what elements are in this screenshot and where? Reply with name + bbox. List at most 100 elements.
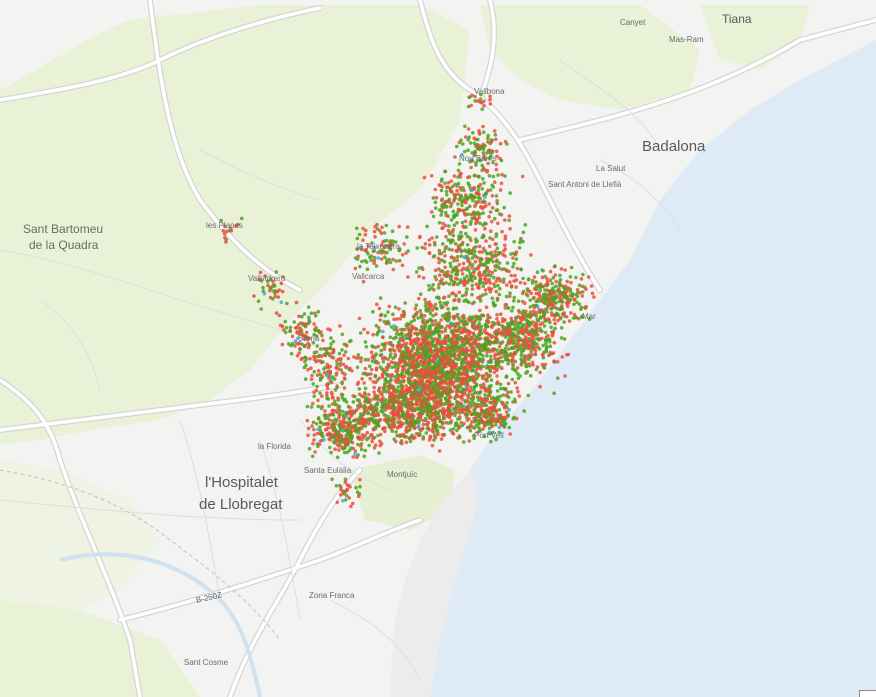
incident-point: [495, 246, 500, 251]
incident-point: [338, 363, 342, 368]
incident-point: [550, 313, 554, 318]
incident-point: [484, 377, 488, 382]
incident-point: [262, 291, 267, 296]
incident-point: [524, 364, 529, 369]
incident-point: [482, 99, 486, 104]
incident-point: [461, 261, 466, 266]
incident-point: [447, 415, 452, 420]
incident-point: [280, 289, 285, 294]
incident-point: [517, 310, 522, 315]
incident-point: [388, 347, 392, 352]
incident-point: [435, 307, 439, 311]
incident-point: [521, 309, 526, 313]
incident-point: [424, 306, 429, 311]
incident-point: [468, 271, 473, 276]
map-view[interactable]: Tiana Canyet Mas-Ram Vallbona Badalona N…: [0, 0, 876, 697]
incident-point: [354, 408, 359, 413]
incident-point: [545, 282, 550, 286]
incident-point: [458, 395, 463, 399]
incident-point: [433, 206, 438, 210]
incident-point: [475, 344, 480, 349]
incident-point: [455, 400, 459, 404]
incident-point: [312, 390, 316, 395]
incident-point: [472, 333, 477, 338]
incident-point: [491, 323, 496, 327]
incident-point: [512, 299, 516, 303]
incident-point: [456, 417, 460, 421]
incident-point: [475, 218, 480, 222]
incident-point: [404, 440, 409, 445]
incident-point: [442, 301, 447, 306]
incident-point: [422, 175, 427, 180]
incident-point: [530, 281, 535, 285]
incident-point: [350, 369, 354, 373]
incident-point: [467, 330, 472, 334]
incident-point: [431, 283, 435, 287]
incident-point: [311, 382, 316, 386]
incident-point: [502, 249, 506, 253]
incident-point: [299, 357, 304, 362]
incident-point: [309, 311, 314, 316]
incident-point: [441, 416, 446, 421]
incident-point: [471, 131, 475, 135]
incident-point: [489, 413, 493, 418]
incident-point: [338, 493, 343, 497]
incident-point: [372, 261, 376, 266]
incident-point: [515, 349, 519, 353]
incident-point: [318, 428, 323, 433]
incident-point: [441, 433, 446, 438]
incident-point: [411, 345, 416, 349]
incident-point: [419, 343, 424, 348]
incident-point: [295, 353, 300, 358]
incident-point: [497, 292, 502, 297]
incident-point: [564, 315, 569, 319]
incident-point: [433, 336, 437, 341]
incident-point: [338, 412, 342, 416]
incident-point: [379, 257, 384, 261]
incident-point: [410, 361, 415, 366]
incident-point: [391, 257, 395, 262]
incident-point: [434, 403, 439, 407]
incident-point: [478, 221, 482, 226]
incident-point: [355, 226, 359, 231]
incident-point: [415, 310, 419, 315]
incident-point: [381, 410, 385, 414]
incident-point: [394, 439, 398, 444]
incident-point: [324, 347, 328, 352]
incident-point: [355, 428, 360, 433]
incident-point: [456, 202, 460, 206]
incident-point: [442, 295, 447, 300]
incident-point: [383, 398, 388, 402]
incident-point: [421, 276, 426, 280]
incident-point: [469, 212, 474, 217]
incident-point: [545, 293, 549, 297]
incident-point: [373, 408, 378, 413]
incident-point: [426, 319, 430, 324]
incident-point: [373, 419, 377, 423]
incident-point: [423, 242, 428, 246]
incident-point: [459, 254, 464, 258]
incident-point: [466, 259, 470, 263]
incident-point: [396, 401, 401, 405]
incident-point: [401, 402, 406, 407]
incident-point: [569, 311, 573, 315]
incident-point: [482, 205, 486, 209]
incident-point: [458, 278, 463, 283]
label-mar: Mar: [582, 312, 596, 321]
incident-point: [337, 351, 342, 356]
incident-point: [392, 348, 397, 353]
incident-point: [493, 399, 497, 404]
incident-point: [455, 254, 460, 259]
incident-point: [434, 387, 439, 391]
incident-point: [480, 273, 485, 277]
incident-point: [385, 320, 389, 325]
incident-point: [481, 177, 485, 181]
incident-point: [456, 175, 460, 179]
incident-point: [396, 385, 401, 389]
incident-point: [438, 279, 443, 284]
resize-corner[interactable]: [859, 690, 876, 697]
incident-point: [563, 268, 567, 272]
incident-point: [452, 366, 457, 370]
incident-point: [450, 291, 454, 296]
incident-point: [472, 246, 476, 250]
